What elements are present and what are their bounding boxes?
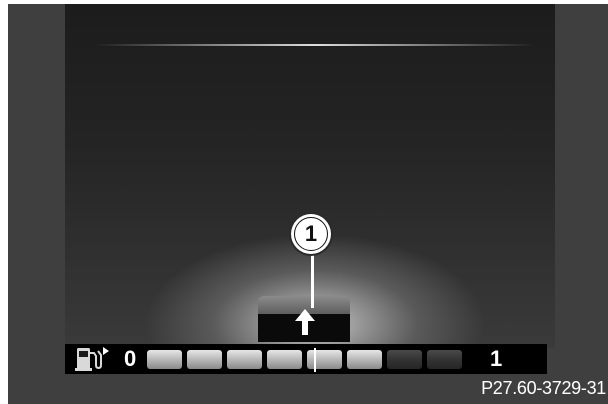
gauge-segment-8 (427, 350, 462, 369)
gauge-segment-1 (147, 350, 182, 369)
gauge-segment-6 (347, 350, 382, 369)
scale-max-label: 1 (490, 346, 503, 371)
up-arrow-icon (295, 309, 315, 335)
figure-caption: P27.60-3729-31 (481, 378, 606, 398)
scale-min-label: 0 (124, 346, 137, 371)
fuel-level-gauge (147, 350, 462, 369)
gauge-segment-2 (187, 350, 222, 369)
gauge-segment-3 (227, 350, 262, 369)
gauge-center-mark (314, 348, 316, 372)
upshift-indicator (258, 296, 350, 342)
horizon-line (95, 44, 535, 46)
callout-number: 1 (294, 217, 328, 251)
gauge-segment-4 (267, 350, 302, 369)
callout-marker: 1 (291, 214, 331, 254)
fuel-pump-icon (75, 347, 109, 371)
gauge-segment-5 (307, 350, 342, 369)
gauge-segment-7 (387, 350, 422, 369)
triangle-right-icon (103, 347, 109, 355)
